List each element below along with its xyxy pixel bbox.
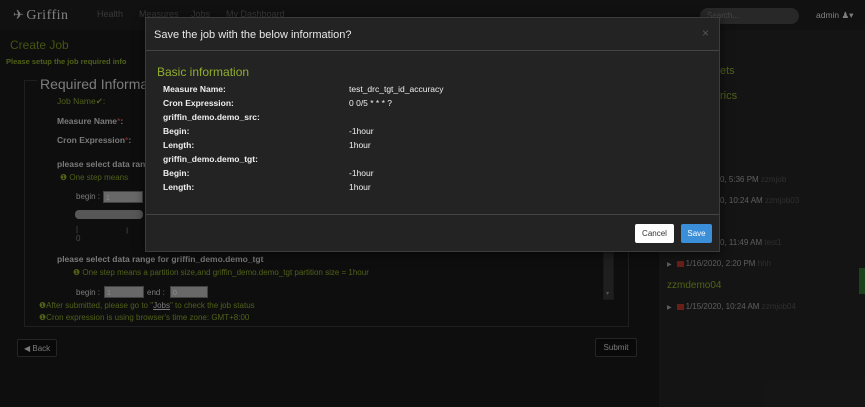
section-title: Basic information — [157, 65, 250, 79]
save-button[interactable]: Save — [681, 224, 712, 243]
close-icon[interactable]: × — [702, 26, 709, 40]
modal-footer: Cancel Save — [146, 214, 719, 252]
modal-title: Save the job with the below information? — [154, 29, 352, 41]
save-job-modal: Save the job with the below information?… — [145, 17, 720, 252]
cancel-button[interactable]: Cancel — [635, 224, 674, 243]
modal-header: Save the job with the below information?… — [146, 18, 719, 51]
